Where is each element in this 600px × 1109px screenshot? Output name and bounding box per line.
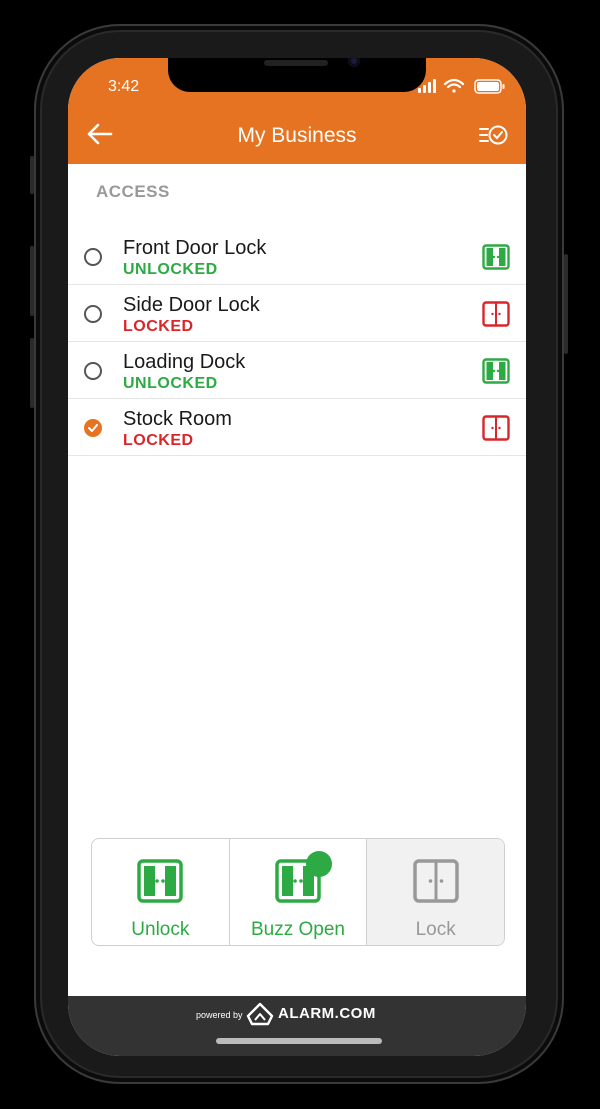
door-icon bbox=[482, 358, 510, 384]
volume-up-button bbox=[30, 246, 34, 316]
lock-list: Front Door Lock UNLOCKED Side Door Lock … bbox=[68, 228, 526, 456]
unlock-label: Unlock bbox=[131, 919, 190, 940]
lock-label: Lock bbox=[415, 919, 456, 940]
unlock-door-icon bbox=[137, 859, 184, 903]
lock-state: LOCKED bbox=[123, 318, 194, 335]
lock-button[interactable]: Lock bbox=[367, 839, 504, 945]
home-indicator[interactable] bbox=[216, 1038, 382, 1044]
battery-icon bbox=[474, 79, 505, 94]
door-icon bbox=[482, 415, 510, 441]
buzz-indicator-dot bbox=[305, 851, 332, 877]
radio-button-checked[interactable] bbox=[84, 419, 102, 437]
task-list-check-icon[interactable] bbox=[478, 122, 508, 148]
alarm-logo-icon bbox=[246, 1002, 274, 1026]
lock-name: Side Door Lock bbox=[123, 294, 260, 316]
notch bbox=[168, 58, 426, 92]
status-icons bbox=[418, 78, 505, 94]
volume-down-button bbox=[30, 338, 34, 408]
lock-door-icon bbox=[412, 859, 459, 903]
brand-name: ALARM.COM bbox=[278, 1005, 376, 1022]
checkmark-icon bbox=[88, 424, 98, 432]
front-camera bbox=[348, 58, 360, 67]
powered-by-text: powered by bbox=[196, 1010, 243, 1020]
wifi-icon bbox=[443, 78, 465, 93]
lock-row-front-door[interactable]: Front Door Lock UNLOCKED bbox=[68, 228, 526, 285]
lock-row-side-door[interactable]: Side Door Lock LOCKED bbox=[68, 285, 526, 342]
section-label: ACCESS bbox=[96, 182, 170, 201]
lock-row-loading-dock[interactable]: Loading Dock UNLOCKED bbox=[68, 342, 526, 399]
buzz-open-label: Buzz Open bbox=[251, 919, 345, 940]
lock-name: Loading Dock bbox=[123, 351, 246, 373]
app-header: 3:42 My Business bbox=[68, 58, 526, 164]
footer: powered by ALARM.COM bbox=[68, 996, 526, 1056]
unlock-button[interactable]: Unlock bbox=[92, 839, 230, 945]
mute-switch bbox=[30, 156, 34, 194]
lock-row-stock-room[interactable]: Stock Room LOCKED bbox=[68, 399, 526, 456]
action-bar: Unlock Buzz Open Lock bbox=[91, 838, 505, 946]
radio-button[interactable] bbox=[84, 362, 102, 380]
speaker bbox=[264, 60, 328, 66]
power-button bbox=[564, 254, 568, 354]
door-icon bbox=[482, 301, 510, 327]
radio-button[interactable] bbox=[84, 305, 102, 323]
lock-state: UNLOCKED bbox=[123, 375, 218, 392]
app-screen: 3:42 My Business ACCESS Front Door Lock … bbox=[68, 58, 526, 1056]
lock-name: Front Door Lock bbox=[123, 237, 267, 259]
door-icon bbox=[482, 244, 510, 270]
lock-name: Stock Room bbox=[123, 408, 232, 430]
lock-state: UNLOCKED bbox=[123, 261, 218, 278]
lock-state: LOCKED bbox=[123, 432, 194, 449]
buzz-open-button[interactable]: Buzz Open bbox=[230, 839, 368, 945]
status-time: 3:42 bbox=[108, 78, 140, 95]
page-title: My Business bbox=[237, 124, 357, 147]
radio-button[interactable] bbox=[84, 248, 102, 266]
